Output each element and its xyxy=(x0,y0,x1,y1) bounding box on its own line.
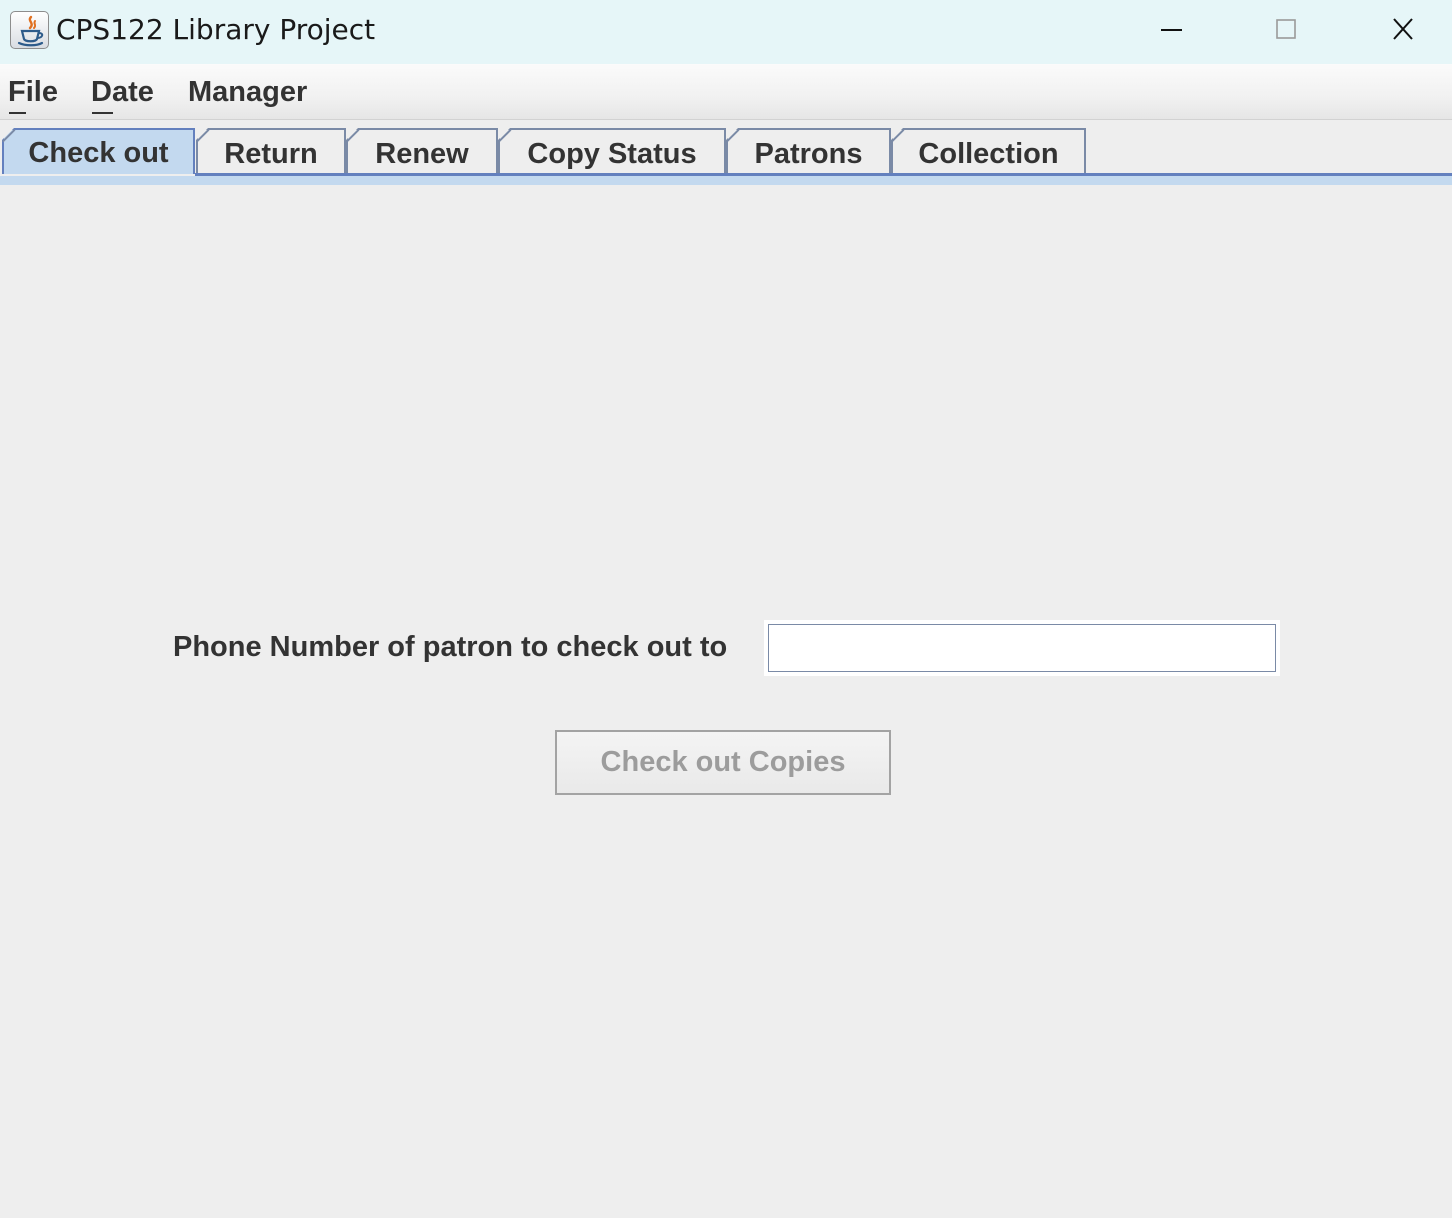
menu-date-mnemonic-underline xyxy=(92,112,113,114)
menu-file-mnemonic-underline xyxy=(9,112,26,114)
java-coffee-cup-icon[interactable] xyxy=(10,11,49,49)
check-out-panel: Phone Number of patron to check out to C… xyxy=(0,185,1452,1218)
window-title: CPS122 Library Project xyxy=(56,13,376,46)
tab-check-out-label: Check out xyxy=(28,137,169,169)
maximize-button[interactable] xyxy=(1228,0,1343,60)
tab-renew[interactable]: Renew xyxy=(346,128,498,176)
menu-manager-label: Manager xyxy=(188,76,308,108)
tab-patrons[interactable]: Patrons xyxy=(726,128,891,176)
menu-date-label: Date xyxy=(91,76,154,108)
minimize-button[interactable] xyxy=(1113,0,1228,60)
title-bar[interactable]: CPS122 Library Project xyxy=(0,0,1452,64)
menu-bar: File Date Manager xyxy=(0,64,1452,120)
tab-collection-label: Collection xyxy=(918,138,1059,170)
phone-number-label: Phone Number of patron to check out to xyxy=(173,631,728,663)
close-icon xyxy=(1393,18,1413,40)
menu-file[interactable]: File xyxy=(8,76,58,109)
tab-copy-status[interactable]: Copy Status xyxy=(498,128,726,176)
minimize-icon xyxy=(1161,29,1182,31)
close-button[interactable] xyxy=(1344,0,1452,60)
check-out-copies-button[interactable]: Check out Copies xyxy=(555,730,891,795)
tab-copy-status-label: Copy Status xyxy=(527,138,697,170)
tab-return[interactable]: Return xyxy=(196,128,346,176)
tab-content-band xyxy=(0,176,1452,185)
phone-number-field[interactable] xyxy=(764,620,1280,676)
maximize-icon xyxy=(1276,19,1296,39)
tab-renew-label: Renew xyxy=(375,138,469,170)
tab-patrons-label: Patrons xyxy=(754,138,863,170)
tab-check-out[interactable]: Check out xyxy=(2,128,195,174)
menu-date[interactable]: Date xyxy=(91,76,154,109)
tab-return-label: Return xyxy=(224,138,318,170)
tab-collection[interactable]: Collection xyxy=(891,128,1086,176)
menu-manager[interactable]: Manager xyxy=(188,76,307,109)
menu-file-label: File xyxy=(8,76,58,108)
